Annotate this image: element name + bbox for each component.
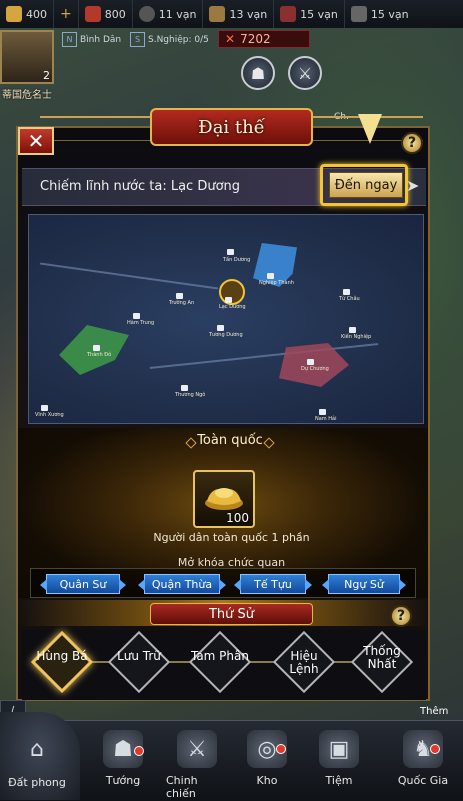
thu-su-title: Thứ Sử (150, 603, 313, 625)
city-label: Thành Đô (87, 352, 112, 358)
map-land (29, 215, 423, 423)
office-ngu-su[interactable]: Ngự Sử (322, 574, 406, 594)
notification-dot (276, 744, 286, 754)
city-marker[interactable] (227, 249, 234, 255)
resource-food[interactable]: 11 vạn (133, 0, 204, 28)
city-marker[interactable] (133, 313, 140, 319)
office-quan-thua[interactable]: Quận Thừa (138, 574, 226, 594)
city-marker[interactable] (41, 405, 48, 411)
wood-icon (209, 6, 226, 22)
city-label: Tương Dương (209, 332, 243, 338)
stone-icon (350, 6, 367, 22)
question-icon: ? (407, 135, 417, 151)
reward-qty: 100 (226, 511, 249, 525)
crossed-swords-icon: ✕ (225, 32, 236, 46)
tier-luu-tru: Lưu Trữ (117, 649, 161, 663)
player-level: 2 (43, 69, 50, 82)
castle-icon: ⌂ (30, 736, 44, 762)
battle-button[interactable]: ⚔ (288, 56, 322, 90)
city-marker[interactable] (307, 359, 314, 365)
resource-iron[interactable]: 15 vạn (274, 0, 345, 28)
city-label: Tấn Dương (223, 257, 251, 263)
power-display[interactable]: ✕ 7202 (218, 30, 310, 48)
tier-tam-phan: Tam Phân (190, 649, 249, 663)
city-marker[interactable] (176, 293, 183, 299)
resource-add[interactable]: + (54, 0, 79, 28)
city-marker[interactable] (93, 345, 100, 351)
career-tag[interactable]: S S.Nghiệp: 0/5 (130, 32, 209, 47)
city-label: Nam Hải (315, 416, 337, 422)
more-label[interactable]: Thêm (420, 706, 448, 717)
question-icon: ? (396, 608, 406, 624)
resource-stone[interactable]: 15 vạn (345, 0, 415, 28)
city-marker[interactable] (319, 409, 326, 415)
gold-icon (6, 6, 22, 22)
rank-badge: N (62, 32, 77, 47)
nation-label: Toàn quốc (185, 430, 275, 450)
helmet-button[interactable]: ☗ (241, 56, 275, 90)
panel-title: Đại thế (150, 108, 313, 146)
shop-icon: ▣ (319, 730, 359, 768)
reward-item[interactable]: 100 (193, 470, 255, 528)
crossed-swords-icon: ⚔ (177, 730, 217, 768)
city-marker[interactable] (349, 327, 356, 333)
gold-ingot-icon (205, 488, 243, 510)
pointer-arrow-icon (358, 114, 382, 144)
capital-marker[interactable] (219, 279, 245, 305)
city-marker[interactable] (343, 289, 350, 295)
close-button[interactable]: ✕ (18, 127, 54, 155)
resource-token[interactable]: 800 (79, 0, 133, 28)
nav-chinh-chien[interactable]: ⚔ Chinh chiến (166, 730, 228, 800)
close-icon: ✕ (27, 129, 45, 153)
city-label: Kiến Nghiệp (341, 334, 372, 340)
city-label: Trường An (169, 300, 195, 306)
rank-tag[interactable]: N Bình Dân (62, 32, 121, 47)
career-badge: S (130, 32, 145, 47)
crossed-swords-icon: ⚔ (297, 63, 313, 83)
city-label: Nghiệp Thành (259, 280, 294, 286)
title-ornament-left (40, 116, 150, 141)
reward-description: Người dân toàn quốc 1 phần (153, 531, 310, 544)
token-icon (84, 6, 101, 22)
tier-thong-nhat: Thống Nhất (363, 644, 401, 671)
chevron-right-icon: ➤ (406, 176, 420, 195)
nav-tiem[interactable]: ▣ Tiệm (308, 730, 370, 800)
city-label: Lạc Dương (219, 304, 246, 310)
city-marker[interactable] (225, 297, 232, 303)
player-name: 蒂国危名士 (2, 90, 52, 101)
player-avatar[interactable]: 2 (0, 30, 54, 84)
city-label: Dự Chương (301, 366, 329, 372)
resource-bar: 400 + 800 11 vạn 13 vạn 15 vạn 15 vạn (0, 0, 463, 28)
tier-hung-ba: Hùng Bá (36, 649, 88, 663)
resource-wood[interactable]: 13 vạn (203, 0, 275, 28)
nav-quoc-gia[interactable]: ♞ Quốc Gia (392, 730, 454, 800)
thu-su-help-button[interactable]: ? (390, 605, 412, 627)
iron-icon (280, 6, 297, 22)
helmet-icon: ☗ (250, 63, 266, 83)
city-label: Vĩnh Xương (35, 412, 64, 418)
office-quan-su[interactable]: Quân Sư (40, 574, 126, 594)
office-te-tuu[interactable]: Tế Tựu (234, 574, 312, 594)
city-label: Hàm Trung (127, 320, 155, 326)
territory-map[interactable]: Tấn Dương Nghiệp Thành Lạc Dương Trường … (28, 214, 424, 424)
city-marker[interactable] (267, 273, 274, 279)
nav-tuong[interactable]: ☗ Tướng (92, 730, 154, 800)
resource-gold[interactable]: 400 (0, 0, 54, 28)
city-label: Tứ Châu (339, 296, 360, 302)
plus-icon: + (60, 6, 72, 22)
city-label: Thương Ngô (175, 392, 206, 398)
food-icon (138, 6, 155, 22)
tier-hieu-lenh: Hiệu Lệnh (289, 649, 319, 676)
notification-dot (134, 746, 144, 756)
nav-kho[interactable]: ◎ Kho (236, 730, 298, 800)
goto-button[interactable]: Đến ngay (329, 172, 403, 198)
city-marker[interactable] (217, 325, 224, 331)
city-marker[interactable] (181, 385, 188, 391)
help-button[interactable]: ? (401, 132, 423, 154)
nav-dat-phong[interactable]: ⌂ Đất phong (6, 726, 68, 796)
occupy-text: Chiếm lĩnh nước ta: Lạc Dương (40, 179, 241, 194)
notification-dot (430, 744, 440, 754)
